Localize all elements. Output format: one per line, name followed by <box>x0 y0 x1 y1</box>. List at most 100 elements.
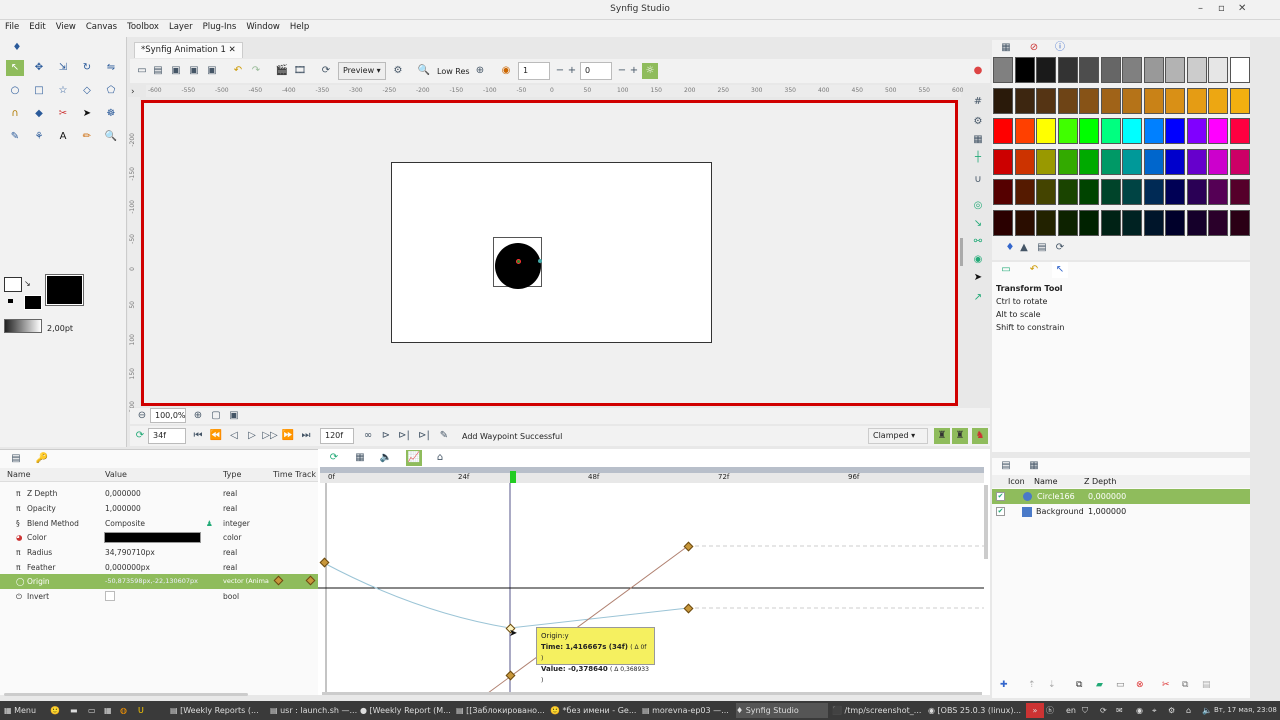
task-item[interactable]: ▤ [Weekly Reports (... <box>170 703 268 718</box>
tray-app-icon[interactable]: ▭ <box>88 703 96 718</box>
palette-swatch[interactable] <box>1057 179 1078 205</box>
palette-swatch[interactable] <box>1229 87 1250 114</box>
palette-swatch[interactable] <box>1036 209 1056 236</box>
timetrack-tab-icon[interactable]: ▦ <box>352 450 368 466</box>
canvas-scroll-handle[interactable] <box>960 238 963 266</box>
ruler-menu-icon[interactable]: › <box>131 87 135 97</box>
palette-swatch[interactable] <box>1143 148 1164 175</box>
render-icon[interactable]: 🎬 <box>274 63 290 79</box>
tray-app-icon[interactable]: ▦ <box>104 703 112 718</box>
timetrack-waypoint[interactable] <box>273 575 284 586</box>
palette-swatch[interactable] <box>1229 57 1250 83</box>
palette-swatch[interactable] <box>1100 148 1121 175</box>
graphs-tab-icon[interactable]: 📈 <box>406 450 422 466</box>
palette-swatch[interactable] <box>1165 118 1185 144</box>
current-time-marker[interactable] <box>510 471 516 483</box>
future-onion-field[interactable]: 0 <box>580 62 612 80</box>
default-colors-icon[interactable] <box>8 299 13 303</box>
angle-ducks-icon[interactable]: ↗ <box>970 290 986 306</box>
seek-begin-icon[interactable]: ⏮ <box>190 428 206 444</box>
tray-network-icon[interactable]: ⟳ <box>1100 703 1107 718</box>
tray-mail-icon[interactable]: ✉ <box>1116 703 1123 718</box>
palette-swatch[interactable] <box>1014 57 1035 83</box>
palette-swatch[interactable] <box>1100 209 1121 236</box>
transform-tool-icon[interactable]: ↖ <box>6 60 24 76</box>
palette-swatch[interactable] <box>1122 57 1142 83</box>
guides-icon[interactable]: ▦ <box>970 132 986 148</box>
layer-row-background[interactable]: ✔ Background 1,000000 <box>992 504 1250 519</box>
layer-visible-checkbox[interactable]: ✔ <box>996 507 1005 516</box>
refresh-icon[interactable]: ⟳ <box>318 63 334 79</box>
palette-swatch[interactable] <box>1143 87 1164 114</box>
library-tab-icon[interactable]: 🔑 <box>34 451 50 467</box>
palette-swatch[interactable] <box>1165 148 1185 175</box>
text-tool-icon[interactable]: A <box>54 129 72 145</box>
palette-swatch[interactable] <box>1186 148 1207 175</box>
onion-skin-icon[interactable]: ⚙ <box>390 63 406 79</box>
navigator-tab-icon[interactable]: ⌂ <box>432 450 448 466</box>
vertex-ducks-icon[interactable]: ↘ <box>970 216 986 232</box>
grid-show-icon[interactable]: # <box>970 94 986 110</box>
eyedrop-tool-icon[interactable]: ✎ <box>6 129 24 145</box>
palette-swatch[interactable] <box>1014 179 1035 205</box>
palette-swatch[interactable] <box>993 209 1013 236</box>
history-tab-icon[interactable]: ↶ <box>1026 262 1042 278</box>
palette-swatch[interactable] <box>993 87 1013 114</box>
palette-refresh-icon[interactable]: ⟳ <box>1052 240 1068 256</box>
rotate-tool-icon[interactable]: ↻ <box>78 60 96 76</box>
palette-swatch[interactable] <box>1229 179 1250 205</box>
seek-end-icon[interactable]: ⏭ <box>298 428 314 444</box>
tray-app-icon[interactable]: » <box>1026 703 1044 718</box>
palette-swatch[interactable] <box>1122 118 1142 144</box>
param-value[interactable]: 34,790710px <box>105 548 155 557</box>
raise-layer-icon[interactable]: ⇡ <box>1028 680 1036 690</box>
palette-swatch[interactable] <box>1143 209 1164 236</box>
menu-edit[interactable]: Edit <box>24 20 50 34</box>
param-value[interactable]: -50,873598px,-22,130607px <box>105 577 198 585</box>
palette-swatch[interactable] <box>1165 87 1185 114</box>
tray-location-icon[interactable]: ⌖ <box>1152 703 1157 718</box>
palette-swatch[interactable] <box>1143 57 1164 83</box>
task-item-active[interactable]: ♦ Synfig Studio <box>736 703 828 718</box>
sets-tab-icon[interactable]: ▦ <box>1026 458 1042 474</box>
tray-app-icon[interactable]: ▬ <box>70 703 78 718</box>
menu-help[interactable]: Help <box>285 20 314 34</box>
mirror-tool-icon[interactable]: ⇋ <box>102 60 120 76</box>
play-icon[interactable]: ▷ <box>244 428 260 444</box>
palette-swatch[interactable] <box>1036 57 1056 83</box>
spline-tool-icon[interactable]: ∩ <box>6 106 24 122</box>
param-col-name[interactable]: Name <box>7 470 31 479</box>
document-canvas[interactable] <box>391 162 712 343</box>
minimize-icon[interactable]: – <box>1198 3 1203 14</box>
redo-icon[interactable]: ↷ <box>248 63 264 79</box>
guide-snap-icon[interactable]: ┼ <box>970 150 986 166</box>
palette-swatch[interactable] <box>1100 179 1121 205</box>
layer-row-circle[interactable]: ✔ Circle166 0,000000 <box>992 489 1250 504</box>
palette-swatch[interactable] <box>993 118 1013 144</box>
encapsulate-icon[interactable]: ▭ <box>1116 680 1125 690</box>
layer-col-icon[interactable]: Icon <box>1008 477 1025 486</box>
palette-swatch[interactable] <box>1143 118 1164 144</box>
palette-swatch[interactable] <box>1229 118 1250 144</box>
close-icon[interactable]: ✕ <box>1238 3 1246 14</box>
palette-swatch[interactable] <box>1186 209 1207 236</box>
seek-next-keyframe-icon[interactable]: ⏩ <box>280 428 296 444</box>
task-item[interactable]: ◉ [OBS 25.0.3 (linux)... <box>928 703 1022 718</box>
palette-swatch[interactable] <box>1057 57 1078 83</box>
params-tab-icon[interactable]: ▤ <box>8 451 24 467</box>
palette-swatch[interactable] <box>1186 57 1207 83</box>
palette-swatch[interactable] <box>1143 179 1164 205</box>
bounds-icon[interactable]: ⊳| <box>396 428 412 444</box>
color-value-swatch[interactable] <box>104 532 201 543</box>
keyframe-lock-past-icon[interactable]: ♜ <box>934 428 950 444</box>
menu-window[interactable]: Window <box>241 20 285 34</box>
palette-swatch[interactable] <box>1165 57 1185 83</box>
seek-prev-keyframe-icon[interactable]: ⏪ <box>208 428 224 444</box>
curves-vscrollbar[interactable] <box>984 485 988 559</box>
position-ducks-icon[interactable]: ◎ <box>970 198 986 214</box>
undo-icon[interactable]: ↶ <box>230 63 246 79</box>
outline-color-swatch[interactable] <box>4 277 22 292</box>
tool-options-tab-icon[interactable]: ▭ <box>998 262 1014 278</box>
task-item[interactable]: ▤ morevna-ep03 —... <box>642 703 732 718</box>
duplicate-layer-icon[interactable]: ⧉ <box>1076 680 1082 690</box>
